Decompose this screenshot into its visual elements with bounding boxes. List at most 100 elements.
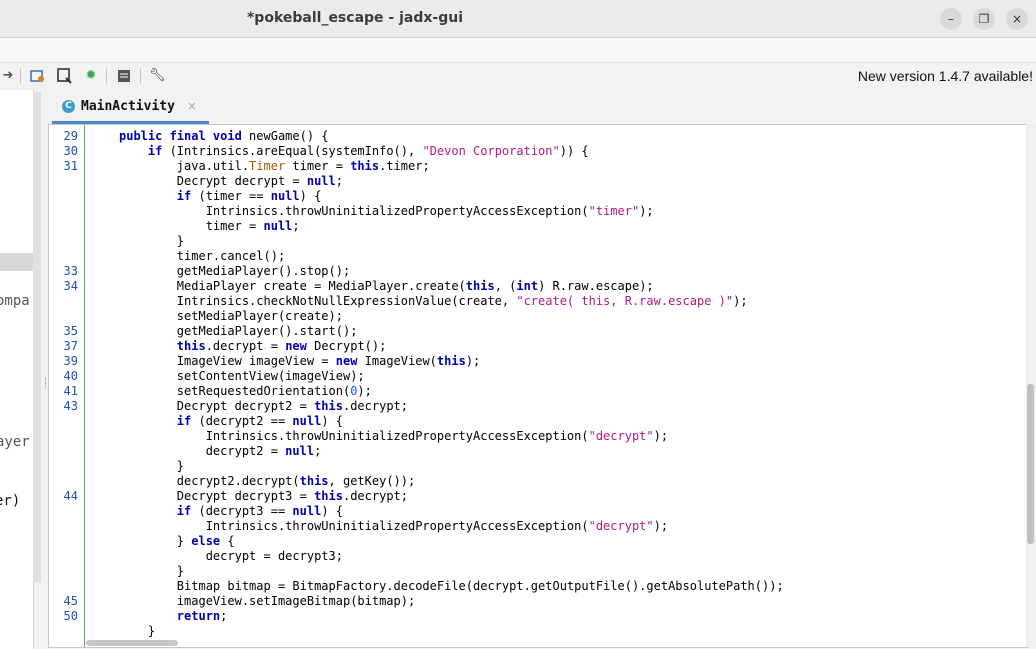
debug-bug-icon[interactable]: ✹: [83, 68, 99, 84]
vertical-scroll-thumb[interactable]: [1027, 384, 1034, 544]
code-line[interactable]: 44 Decrypt decrypt3 = this.decrypt;: [49, 489, 408, 504]
code-line[interactable]: 45 imageView.setImageBitmap(bitmap);: [49, 594, 416, 609]
code-text: getMediaPlayer().stop();: [119, 264, 351, 278]
line-number: 45: [63, 594, 78, 608]
line-number: 29: [63, 129, 78, 143]
code-text: public final void newGame() {: [119, 129, 329, 143]
line-number: 35: [63, 324, 78, 338]
line-number: 37: [63, 339, 78, 353]
code-line[interactable]: }: [49, 564, 184, 579]
search-icon[interactable]: [57, 68, 73, 84]
code-line[interactable]: } else {: [49, 534, 235, 549]
line-number: 41: [63, 384, 78, 398]
code-line[interactable]: 50 return;: [49, 609, 228, 624]
tab-mainactivity[interactable]: C MainActivity ×: [52, 91, 209, 124]
line-number: 39: [63, 354, 78, 368]
tab-label: MainActivity: [81, 98, 175, 114]
code-line[interactable]: timer.cancel();: [49, 249, 285, 264]
code-line[interactable]: 37 this.decrypt = new Decrypt();: [49, 339, 387, 354]
code-line[interactable]: 40 setContentView(imageView);: [49, 369, 365, 384]
panel-splitter-handle[interactable]: ⁝ ⁝: [44, 377, 47, 392]
line-number: 34: [63, 279, 78, 293]
code-text: if (timer == null) {: [176, 189, 322, 203]
code-line[interactable]: if (decrypt3 == null) {: [49, 504, 343, 519]
code-text: if (decrypt2 == null) {: [176, 414, 343, 428]
code-line[interactable]: timer = null;: [49, 219, 300, 234]
line-number: 33: [63, 264, 78, 278]
project-tree-panel[interactable]: ompa ayer er): [0, 90, 34, 649]
code-line[interactable]: 41 setRequestedOrientation(0);: [49, 384, 372, 399]
code-line[interactable]: Bitmap bitmap = BitmapFactory.decodeFile…: [49, 579, 784, 594]
class-icon: C: [62, 99, 75, 113]
code-text: getMediaPlayer().start();: [119, 324, 358, 338]
minimize-button[interactable]: –: [940, 8, 962, 30]
code-line[interactable]: 29 public final void newGame() {: [49, 129, 329, 144]
code-line[interactable]: Intrinsics.throwUninitializedPropertyAcc…: [49, 429, 668, 444]
code-line[interactable]: 33 getMediaPlayer().stop();: [49, 264, 351, 279]
code-text: Decrypt decrypt = null;: [119, 174, 343, 188]
code-text: decrypt2.decrypt(this, getKey());: [119, 474, 416, 488]
code-text: Intrinsics.checkNotNullExpressionValue(c…: [119, 294, 748, 308]
code-line[interactable]: }: [49, 234, 184, 249]
code-text: setContentView(imageView);: [119, 369, 365, 383]
code-line[interactable]: }: [49, 459, 184, 474]
code-text: this.decrypt = new Decrypt();: [176, 339, 387, 353]
close-window-button[interactable]: ×: [1006, 8, 1028, 30]
log-viewer-icon[interactable]: [116, 68, 132, 84]
code-text: if (Intrinsics.areEqual(systemInfo(), "D…: [147, 144, 589, 158]
code-line[interactable]: }: [49, 624, 155, 639]
forward-arrow-icon[interactable]: ➜: [0, 68, 16, 84]
tree-scrollbar[interactable]: [33, 92, 41, 582]
restore-button[interactable]: ❐: [973, 8, 995, 30]
line-number: 31: [63, 159, 78, 173]
code-line[interactable]: decrypt = decrypt3;: [49, 549, 343, 564]
tree-item-fragment[interactable]: ayer: [0, 434, 30, 450]
code-line[interactable]: decrypt2 = null;: [49, 444, 322, 459]
code-line[interactable]: if (timer == null) {: [49, 189, 322, 204]
code-line[interactable]: setMediaPlayer(create);: [49, 309, 343, 324]
code-text: return;: [176, 609, 228, 623]
close-tab-icon[interactable]: ×: [187, 99, 197, 113]
editor-tab-bar: C MainActivity ×: [48, 91, 1036, 124]
code-text: } else {: [119, 534, 235, 548]
code-text: Bitmap bitmap = BitmapFactory.decodeFile…: [119, 579, 784, 593]
code-line[interactable]: 35 getMediaPlayer().start();: [49, 324, 358, 339]
code-text: timer.cancel();: [119, 249, 286, 263]
code-line[interactable]: if (decrypt2 == null) {: [49, 414, 343, 429]
code-line[interactable]: 39 ImageView imageView = new ImageView(t…: [49, 354, 481, 369]
code-line[interactable]: decrypt2.decrypt(this, getKey());: [49, 474, 415, 489]
line-number: 44: [63, 489, 78, 503]
code-line[interactable]: Decrypt decrypt = null;: [49, 174, 343, 189]
code-text: }: [119, 459, 185, 473]
tree-item-fragment[interactable]: ompa: [0, 293, 30, 309]
update-notice[interactable]: New version 1.4.7 available!: [858, 68, 1033, 84]
toolbar-separator: [20, 68, 21, 84]
selected-tree-row[interactable]: [0, 253, 33, 271]
line-number: 50: [63, 609, 78, 623]
code-line[interactable]: Intrinsics.throwUninitializedPropertyAcc…: [49, 204, 654, 219]
code-line[interactable]: Intrinsics.checkNotNullExpressionValue(c…: [49, 294, 748, 309]
code-text: setRequestedOrientation(0);: [119, 384, 372, 398]
code-text: MediaPlayer create = MediaPlayer.create(…: [119, 279, 654, 293]
code-line[interactable]: 31 java.util.Timer timer = this.timer;: [49, 159, 430, 174]
code-view[interactable]: 29 public final void newGame() {30 if (In…: [49, 129, 784, 639]
line-number: 40: [63, 369, 78, 383]
toolbar-separator: [106, 68, 107, 84]
horizontal-scroll-thumb[interactable]: [86, 640, 178, 646]
code-editor[interactable]: 29 public final void newGame() {30 if (In…: [48, 124, 1028, 648]
code-text: if (decrypt3 == null) {: [176, 504, 343, 518]
tree-item-fragment[interactable]: er): [0, 493, 20, 509]
code-text: }: [119, 234, 185, 248]
code-line[interactable]: Intrinsics.throwUninitializedPropertyAcc…: [49, 519, 668, 534]
code-text: Decrypt decrypt3 = this.decrypt;: [119, 489, 409, 503]
code-text: }: [119, 624, 156, 638]
code-text: timer = null;: [119, 219, 300, 233]
deobfuscation-icon[interactable]: [30, 68, 46, 84]
code-line[interactable]: 43 Decrypt decrypt2 = this.decrypt;: [49, 399, 408, 414]
menu-bar: [0, 38, 1036, 63]
code-line[interactable]: 30 if (Intrinsics.areEqual(systemInfo(),…: [49, 144, 589, 159]
preferences-wrench-icon[interactable]: 🔧︎: [149, 68, 166, 84]
window-title: *pokeball_escape - jadx-gui: [246, 10, 463, 26]
code-text: Intrinsics.throwUninitializedPropertyAcc…: [119, 429, 669, 443]
code-line[interactable]: 34 MediaPlayer create = MediaPlayer.crea…: [49, 279, 654, 294]
